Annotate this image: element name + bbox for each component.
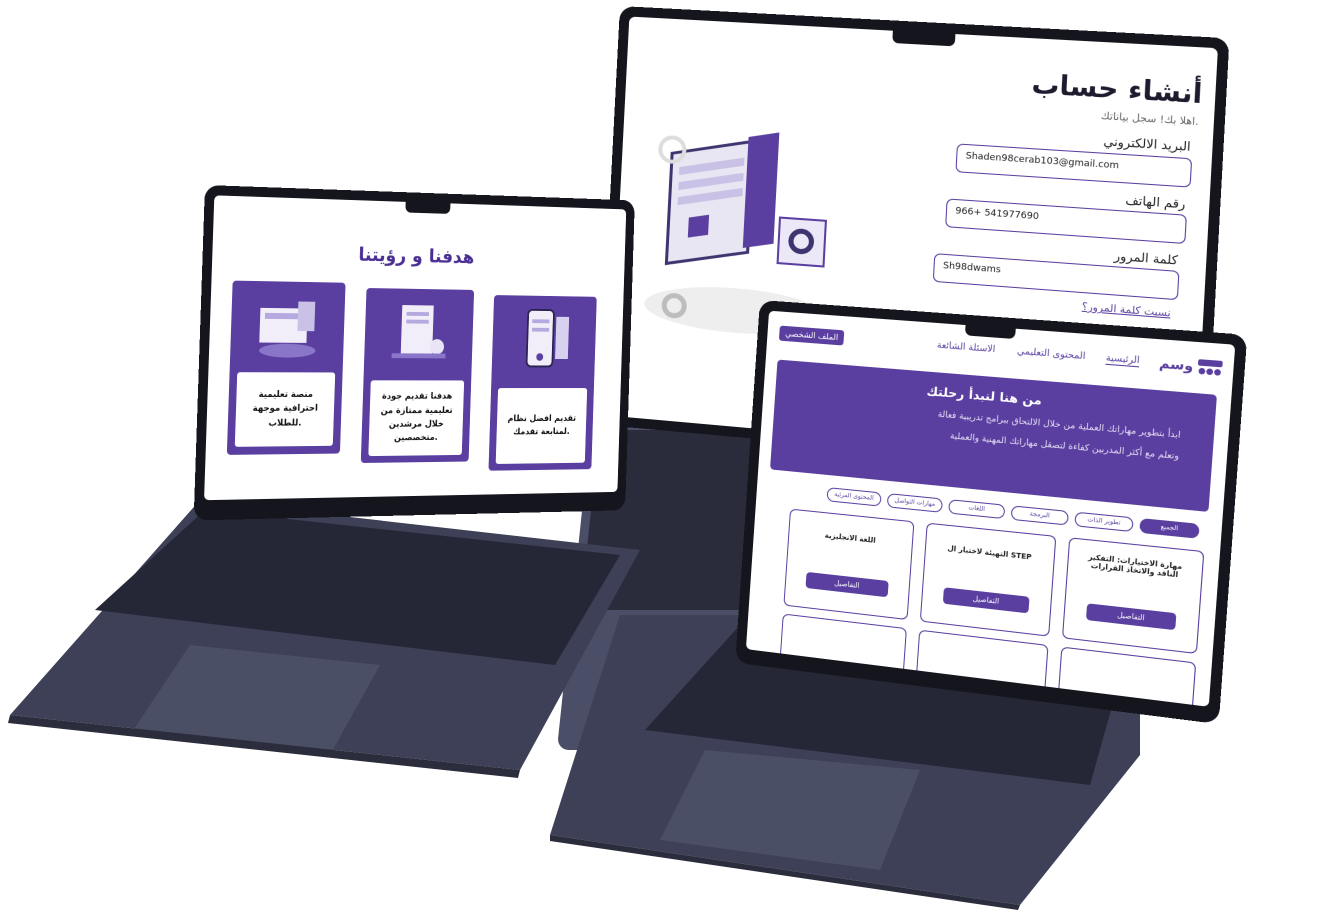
home-screen: وسم الرئيسية المحتوى التعليمي الاسئلة ال… (745, 310, 1236, 707)
nav-home[interactable]: الرئيسية (1105, 353, 1140, 368)
filter-chip[interactable]: تطوير الذات (1074, 511, 1134, 533)
course-title: اللغة الانجليزية (824, 531, 876, 545)
course-details-button[interactable]: التفاصيل (1085, 603, 1177, 631)
filter-chip-all[interactable]: الجميع (1139, 518, 1200, 539)
laptop-right: وسم الرئيسية المحتوى التعليمي الاسئلة ال… (0, 0, 1322, 910)
logo-text: وسم (1158, 355, 1194, 375)
profile-button[interactable]: الملف الشخصي (778, 325, 845, 346)
filter-chip[interactable]: مهارات التواصل (886, 493, 943, 513)
course-details-button[interactable]: التفاصيل (805, 571, 889, 598)
course-card: اللغة الانجليزية التفاصيل (783, 508, 915, 621)
course-title: مهارة الاختيارات: التفكير الناقد والاتخا… (1087, 552, 1183, 580)
logo-icon (1197, 359, 1223, 376)
course-card: مهارة الاختيارات: التفكير الناقد والاتخا… (1061, 537, 1205, 655)
camera-notch (964, 325, 1016, 340)
filter-chip[interactable]: اللغات (948, 499, 1006, 520)
course-title: التهيئة لاختبار ال STEP (947, 544, 1032, 562)
nav-content[interactable]: المحتوى التعليمي (1017, 347, 1086, 363)
filter-chip[interactable]: المحتوى المرئية (826, 487, 882, 507)
nav-faq[interactable]: الاسئلة الشائعة (936, 340, 995, 355)
hero-title: من هنا لنبدأ رحلتك (926, 383, 1043, 408)
brand-logo[interactable]: وسم (1158, 354, 1223, 378)
course-card: التهيئة لاختبار ال STEP التفاصيل (919, 522, 1057, 637)
course-card (1056, 646, 1197, 707)
course-details-button[interactable]: التفاصيل (942, 587, 1030, 614)
filter-chip[interactable]: البرمجة (1010, 505, 1069, 526)
laptop-right-screen-bezel: وسم الرئيسية المحتوى التعليمي الاسئلة ال… (735, 300, 1248, 725)
